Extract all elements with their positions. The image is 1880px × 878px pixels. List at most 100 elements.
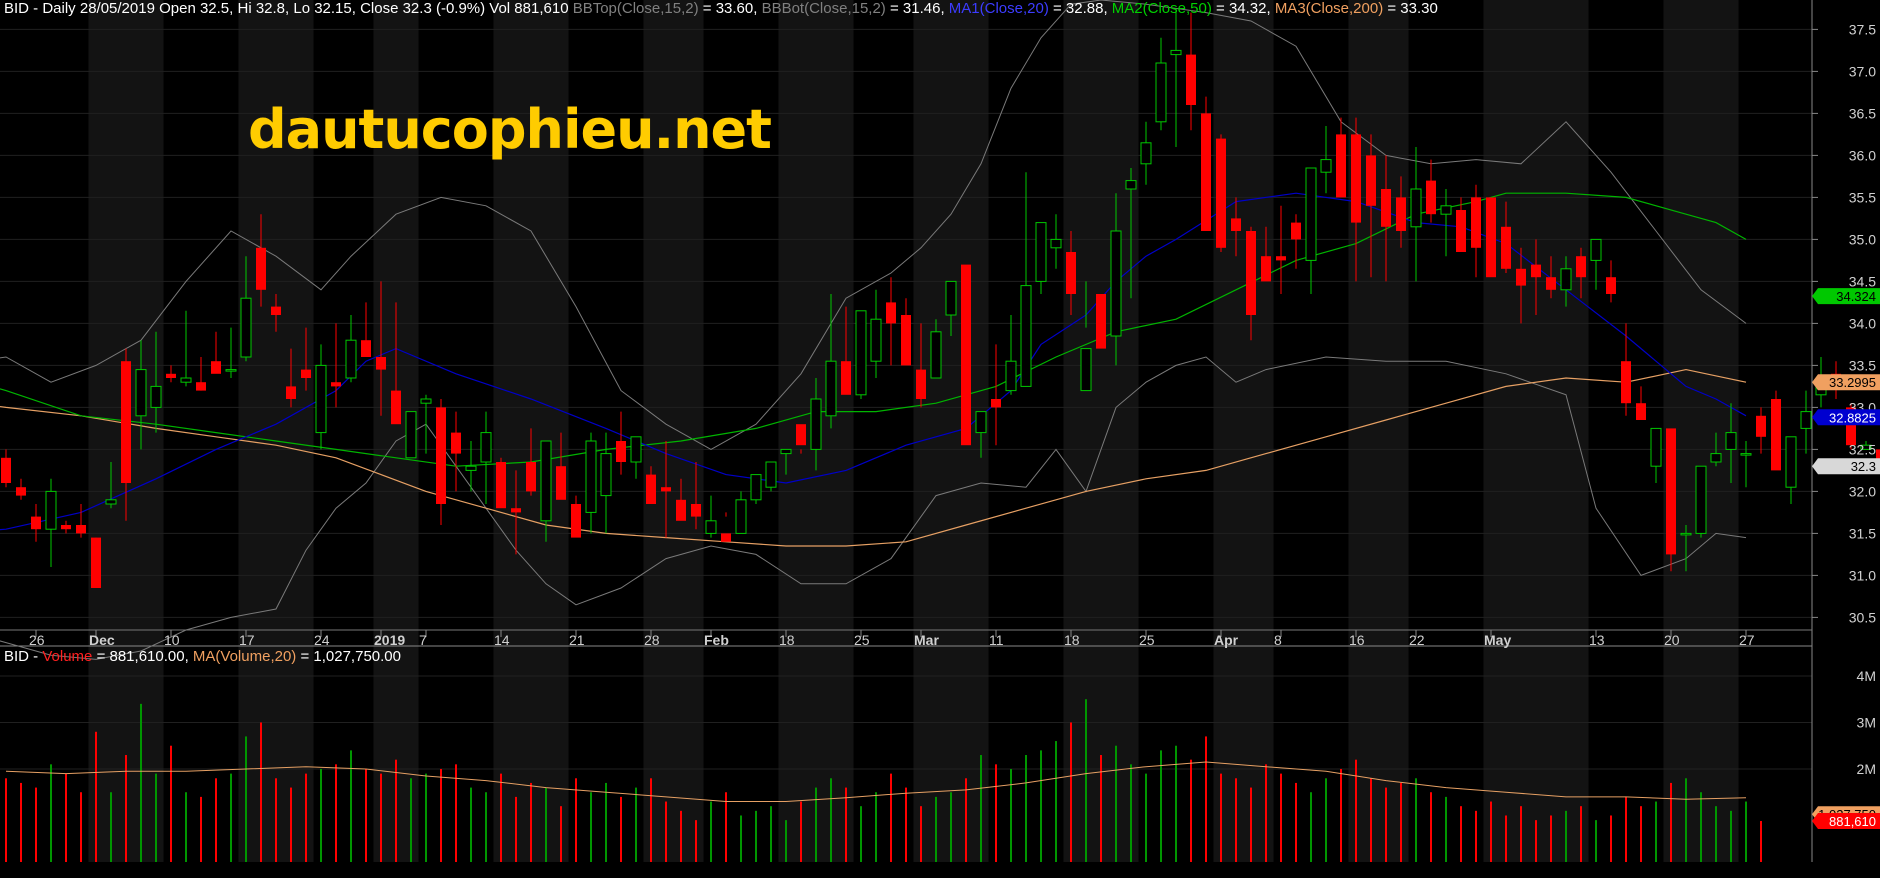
volume-bar (80, 792, 82, 862)
watermark-logo: dautucophieu.net (248, 98, 772, 161)
volume-bar (845, 787, 847, 862)
candle-body-up (480, 432, 492, 463)
price-tick-label: 35.5 (1849, 189, 1876, 205)
volume-bar (1505, 815, 1507, 862)
candle-body-down (886, 302, 896, 324)
volume-bar (35, 787, 37, 862)
value-tag-label: 34.324 (1836, 289, 1876, 304)
volume-bar (1175, 745, 1177, 862)
date-label: 22 (1409, 632, 1425, 648)
date-label: 18 (779, 632, 795, 648)
volume-bar (5, 778, 7, 862)
date-label: 24 (314, 632, 330, 648)
volume-bar (320, 768, 322, 862)
volume-bar (1325, 778, 1327, 862)
candle-body-up (1005, 360, 1017, 392)
volume-bar (230, 773, 232, 862)
date-label: 27 (1739, 632, 1755, 648)
volume-bar (1340, 768, 1342, 862)
volume-bar (560, 806, 562, 862)
volume-bar (110, 792, 112, 862)
volume-bar (755, 810, 757, 862)
volume-ma-label: MA(Volume,20) (192, 648, 297, 665)
volume-bar (1355, 759, 1357, 862)
volume-bar (1205, 736, 1207, 862)
candle-body-up (180, 377, 192, 383)
candle-body-down (1636, 403, 1646, 420)
volume-bar (1385, 787, 1387, 862)
candle-body-down (616, 441, 626, 462)
candle-body-down (691, 504, 701, 517)
candle-body-up (600, 453, 612, 497)
candle-body-down (1246, 231, 1256, 315)
candle-body-down (1336, 134, 1346, 198)
volume-bar (1265, 764, 1267, 862)
candle-body-down (1276, 256, 1286, 261)
bbbot-value: = 31.46, (885, 0, 949, 17)
volume-header: BID - Volume = 881,610.00, MA(Volume,20)… (4, 648, 401, 665)
candle-body-up (1650, 427, 1662, 467)
volume-bar (905, 787, 907, 862)
volume-bar (515, 796, 517, 862)
volume-bar (1655, 801, 1657, 862)
volume-bar (140, 703, 142, 862)
candle-body-down (1546, 277, 1556, 290)
volume-bar (1130, 764, 1132, 862)
volume-bar (1475, 810, 1477, 862)
volume-bar (1580, 806, 1582, 862)
volume-bar (1595, 820, 1597, 862)
candle-body-up (1125, 180, 1137, 190)
volume-bar (395, 759, 397, 862)
candle-body-up (1140, 142, 1152, 165)
candle-body-up (540, 440, 552, 522)
candle-body-up (1440, 205, 1452, 215)
candle-body-up (345, 339, 357, 379)
candle-body-down (76, 525, 86, 534)
date-label: 14 (494, 632, 510, 648)
volume-bar (1460, 806, 1462, 862)
candle-body-up (105, 499, 117, 505)
date-label: 25 (854, 632, 870, 648)
candle-body-down (676, 499, 686, 521)
volume-bar (95, 731, 97, 862)
volume-bar (1310, 792, 1312, 862)
candle-body-down (91, 537, 101, 588)
candle-body-down (1606, 277, 1616, 294)
candle-body-down (991, 399, 1001, 408)
volume-bar (335, 764, 337, 862)
candle-body-up (975, 411, 987, 434)
candle-body-down (721, 533, 731, 542)
volume-bar (1115, 745, 1117, 862)
volume-bar (1610, 815, 1612, 862)
candle-body-up (45, 490, 57, 530)
value-tag-label: 33.2995 (1829, 375, 1876, 390)
volume-bar (290, 787, 292, 862)
volume-bar (680, 810, 682, 862)
candle-body-up (735, 499, 747, 534)
volume-bar (860, 806, 862, 862)
volume-bar (65, 773, 67, 862)
volume-bar (1535, 820, 1537, 862)
volume-bar (1400, 782, 1402, 862)
candle-body-down (301, 369, 311, 378)
volume-bar (455, 764, 457, 862)
candle-body-up (1695, 465, 1707, 534)
candle-body-down (1426, 180, 1436, 215)
volume-bar (350, 750, 352, 862)
candle-body-up (1170, 49, 1182, 56)
ohlc-info: - Daily 28/05/2019 Open 32.5, Hi 32.8, L… (29, 0, 573, 17)
candle-body-up (1020, 285, 1032, 387)
candle-body-down (196, 382, 206, 391)
candle-body-down (166, 373, 176, 378)
date-label: 21 (569, 632, 585, 648)
candle-body-down (961, 264, 971, 446)
volume-bar (665, 801, 667, 862)
volume-bar (275, 778, 277, 862)
volume-bar (710, 801, 712, 862)
candle-body-down (1216, 138, 1226, 248)
volume-bar (590, 792, 592, 862)
candle-body-down (1231, 218, 1241, 231)
volume-bar (725, 792, 727, 862)
bbbot-label: BBBot(Close,15,2) (761, 0, 886, 17)
volume-ma-value: = 1,027,750.00 (296, 648, 401, 665)
